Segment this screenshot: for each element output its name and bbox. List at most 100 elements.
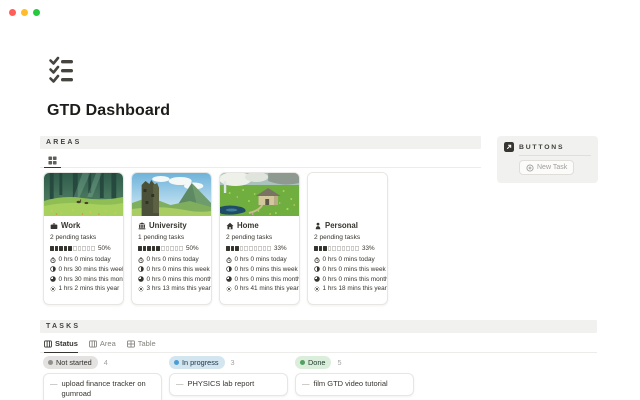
task-title: PHYSICS lab report bbox=[188, 379, 255, 389]
kanban-column: Not started 4 — upload finance tracker o… bbox=[43, 356, 162, 400]
clock-icon bbox=[138, 257, 144, 263]
status-label: Not started bbox=[56, 358, 92, 367]
status-pill[interactable]: Not started bbox=[43, 356, 98, 369]
tab-table-label: Table bbox=[138, 339, 156, 348]
status-pill[interactable]: In progress bbox=[169, 356, 225, 369]
kanban-column: In progress 3 — PHYSICS lab report bbox=[169, 356, 288, 400]
time-stat-row: 0 hrs 0 mins today bbox=[138, 256, 205, 263]
task-card[interactable]: — upload finance tracker on gumroad bbox=[43, 373, 162, 400]
status-label: In progress bbox=[182, 358, 219, 367]
status-pill[interactable]: Done bbox=[295, 356, 331, 369]
task-title: upload finance tracker on gumroad bbox=[62, 379, 156, 398]
tasks-view-tabs: Status Area Table bbox=[40, 334, 597, 353]
progress-percent: 50% bbox=[186, 245, 199, 252]
time-stat-row: 0 hrs 0 mins this month bbox=[226, 276, 293, 283]
area-card[interactable]: Home 2 pending tasks 33% 0 hrs 0 mins to… bbox=[219, 172, 300, 305]
pending-tasks-label: 2 pending tasks bbox=[50, 234, 117, 241]
page-title: GTD Dashboard bbox=[47, 102, 170, 120]
kanban-column: Done 5 — film GTD video tutorial bbox=[295, 356, 414, 400]
progress-segments bbox=[226, 246, 271, 251]
time-stat-label: 0 hrs 0 mins today bbox=[235, 256, 287, 263]
task-card-list: — upload finance tracker on gumroad bbox=[43, 373, 162, 400]
areas-section-heading[interactable]: AREAS bbox=[40, 136, 481, 149]
time-stat-label: 0 hrs 0 mins this month bbox=[235, 276, 301, 283]
progress-percent: 33% bbox=[362, 245, 375, 252]
area-name: Personal bbox=[325, 221, 358, 230]
gallery-view-icon bbox=[48, 156, 57, 165]
person-icon bbox=[314, 222, 322, 230]
time-stat-label: 1 hrs 18 mins this year bbox=[323, 285, 387, 292]
table-view-icon bbox=[127, 340, 135, 348]
checklist-page-icon[interactable] bbox=[47, 54, 77, 84]
task-card[interactable]: — film GTD video tutorial bbox=[295, 373, 414, 396]
progress-percent: 50% bbox=[98, 245, 111, 252]
board-view-icon bbox=[44, 340, 52, 348]
time-stats: 0 hrs 0 mins today 0 hrs 0 mins this wee… bbox=[314, 256, 381, 292]
buttons-panel: BUTTONS New Task bbox=[497, 136, 598, 183]
fullscreen-window-button[interactable] bbox=[33, 9, 40, 16]
university-icon bbox=[138, 222, 146, 230]
half-circle-icon bbox=[314, 266, 320, 272]
buttons-panel-title: BUTTONS bbox=[519, 144, 564, 151]
clock-icon bbox=[50, 257, 56, 263]
status-dot bbox=[174, 360, 179, 365]
sun-icon bbox=[226, 286, 232, 292]
time-stat-label: 0 hrs 0 mins today bbox=[59, 256, 111, 263]
dash-icon: — bbox=[176, 379, 184, 389]
time-stat-row: 0 hrs 0 mins today bbox=[50, 256, 117, 263]
time-stat-label: 0 hrs 0 mins this month bbox=[147, 276, 213, 283]
gallery-view-tab[interactable] bbox=[44, 153, 61, 168]
briefcase-icon bbox=[50, 222, 58, 230]
pending-tasks-label: 2 pending tasks bbox=[314, 234, 381, 241]
status-dot bbox=[48, 360, 53, 365]
board-view-icon bbox=[89, 340, 97, 348]
area-name: University bbox=[149, 221, 187, 230]
dash-icon: — bbox=[302, 379, 310, 389]
progress-segments bbox=[138, 246, 183, 251]
progress-segments bbox=[314, 246, 359, 251]
area-name: Work bbox=[61, 221, 80, 230]
status-label: Done bbox=[308, 358, 325, 367]
areas-heading-label: AREAS bbox=[46, 139, 82, 146]
time-stat-row: 3 hrs 13 mins this year bbox=[138, 285, 205, 292]
tab-area-label: Area bbox=[100, 339, 116, 348]
cover-forest-meadow bbox=[44, 173, 123, 216]
tab-status[interactable]: Status bbox=[44, 339, 78, 353]
tab-area[interactable]: Area bbox=[89, 339, 116, 352]
progress-percent: 33% bbox=[274, 245, 287, 252]
column-count: 5 bbox=[337, 358, 341, 367]
time-stats: 0 hrs 0 mins today 0 hrs 0 mins this wee… bbox=[138, 256, 205, 292]
house-icon bbox=[226, 222, 234, 230]
time-stat-label: 0 hrs 0 mins this week bbox=[323, 266, 386, 273]
task-card-list: — film GTD video tutorial bbox=[295, 373, 414, 396]
time-stat-label: 0 hrs 30 mins this month bbox=[59, 276, 125, 283]
tasks-section-heading[interactable]: TASKS bbox=[40, 320, 597, 333]
time-stat-row: 0 hrs 0 mins this week bbox=[226, 266, 293, 273]
time-stat-row: 0 hrs 0 mins this week bbox=[138, 266, 205, 273]
task-card[interactable]: — PHYSICS lab report bbox=[169, 373, 288, 396]
close-window-button[interactable] bbox=[9, 9, 16, 16]
time-stat-label: 0 hrs 0 mins this week bbox=[235, 266, 298, 273]
half-circle-icon bbox=[226, 266, 232, 272]
time-stat-row: 0 hrs 30 mins this week bbox=[50, 266, 117, 273]
sun-icon bbox=[314, 286, 320, 292]
pending-tasks-label: 1 pending tasks bbox=[138, 234, 205, 241]
area-name: Home bbox=[237, 221, 259, 230]
pending-tasks-label: 2 pending tasks bbox=[226, 234, 293, 241]
time-stat-label: 0 hrs 0 mins this week bbox=[147, 266, 210, 273]
new-task-button[interactable]: New Task bbox=[519, 160, 574, 175]
area-card[interactable]: University 1 pending tasks 50% 0 hrs 0 m… bbox=[131, 172, 212, 305]
task-card-list: — PHYSICS lab report bbox=[169, 373, 288, 396]
column-count: 4 bbox=[104, 358, 108, 367]
area-card[interactable]: Personal 2 pending tasks 33% 0 hrs 0 min… bbox=[307, 172, 388, 305]
tab-table[interactable]: Table bbox=[127, 339, 156, 352]
time-stat-row: 0 hrs 0 mins this week bbox=[314, 266, 381, 273]
progress-bar: 33% bbox=[314, 245, 381, 252]
minimize-window-button[interactable] bbox=[21, 9, 28, 16]
tab-status-label: Status bbox=[55, 339, 78, 348]
time-stat-label: 0 hrs 41 mins this year bbox=[235, 285, 299, 292]
area-card[interactable]: Work 2 pending tasks 50% 0 hrs 0 mins to… bbox=[43, 172, 124, 305]
time-stat-row: 0 hrs 0 mins this month bbox=[314, 276, 381, 283]
time-stat-row: 0 hrs 0 mins today bbox=[226, 256, 293, 263]
three-quarter-circle-icon bbox=[50, 276, 56, 282]
